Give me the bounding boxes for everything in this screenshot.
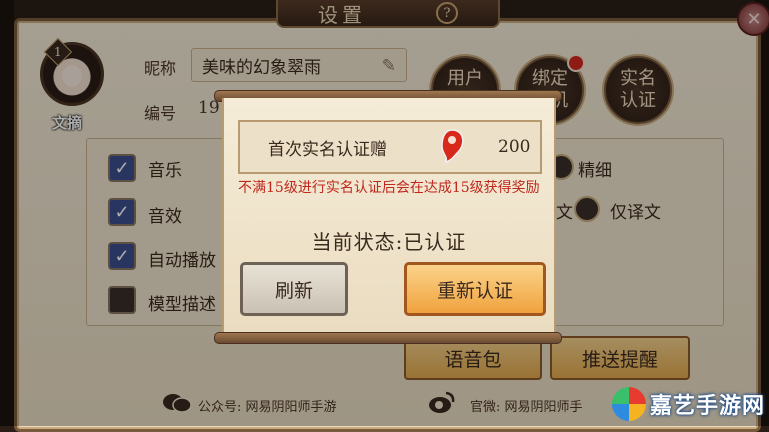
reward-amount: 200 [498, 137, 531, 157]
reward-label: 首次实名认证赠 [268, 139, 387, 160]
reward-bar: 首次实名认证赠 200 [238, 120, 542, 174]
verification-status: 当前状态:已认证 [311, 230, 467, 254]
watermark: 嘉艺手游网 [612, 382, 769, 426]
real-name-modal: 首次实名认证赠 200 不满15级进行实名认证后会在达成15级获得奖励 当前状态… [222, 98, 556, 334]
scroll-rod-bottom [214, 332, 562, 344]
level-note: 不满15级进行实名认证后会在达成15级获得奖励 [238, 180, 540, 196]
refresh-button[interactable]: 刷新 [240, 262, 348, 316]
watermark-logo-icon [612, 387, 646, 421]
magatama-icon [441, 129, 464, 164]
reverify-button[interactable]: 重新认证 [404, 262, 546, 316]
